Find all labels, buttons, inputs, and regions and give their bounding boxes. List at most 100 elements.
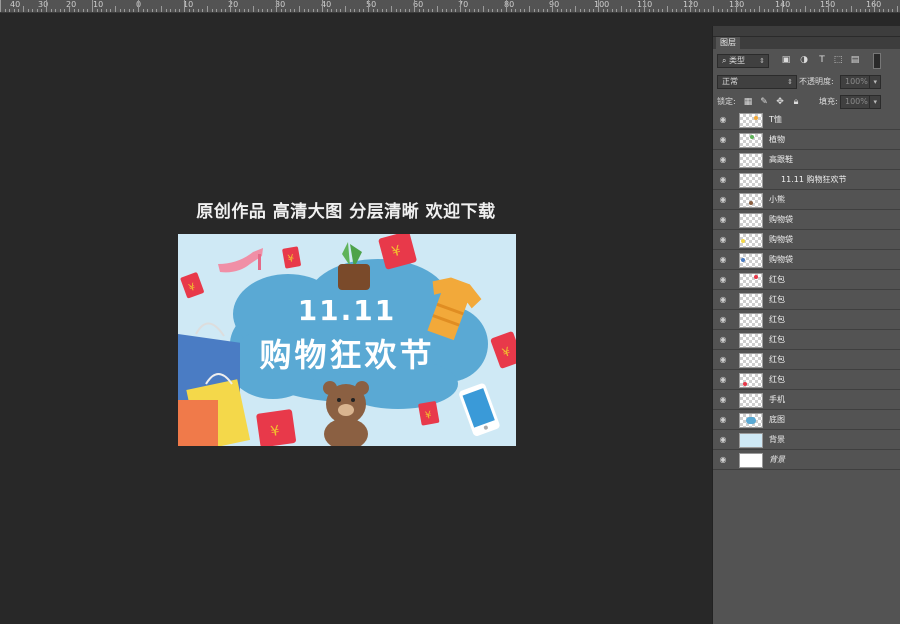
- ruler-tick: [630, 9, 631, 12]
- ruler-tick: [589, 9, 590, 12]
- ruler-tick: [262, 9, 263, 12]
- ruler-tick: [492, 9, 493, 12]
- opacity-dropdown-button[interactable]: ▾: [869, 75, 881, 89]
- eye-icon[interactable]: ◉: [718, 295, 728, 304]
- type-filter-icon[interactable]: T: [817, 55, 827, 65]
- layer-thumbnail: [739, 393, 763, 408]
- layer-row[interactable]: ◉ 红包: [713, 270, 900, 290]
- layer-thumbnail: [739, 153, 763, 168]
- eye-icon[interactable]: ◉: [718, 335, 728, 344]
- eye-icon[interactable]: ◉: [718, 375, 728, 384]
- ruler-tick: [152, 9, 153, 12]
- ruler-tick: [828, 0, 829, 12]
- layer-row[interactable]: ◉ T恤: [713, 110, 900, 130]
- panel-collapse-bar[interactable]: [713, 26, 900, 37]
- eye-icon[interactable]: ◉: [718, 455, 728, 464]
- ruler-tick: [9, 9, 10, 12]
- ruler-tick: [143, 9, 144, 12]
- ruler-tick: [460, 0, 461, 12]
- ruler-tick: [469, 9, 470, 12]
- adjustment-filter-icon[interactable]: ◑: [799, 55, 809, 65]
- ruler-tick: [299, 6, 300, 12]
- eye-icon[interactable]: ◉: [718, 355, 728, 364]
- layer-row[interactable]: ◉ 红包: [713, 350, 900, 370]
- tab-layers[interactable]: 图层: [716, 37, 740, 49]
- layer-row[interactable]: ◉ 背景: [713, 450, 900, 470]
- layer-row[interactable]: ◉ 手机: [713, 390, 900, 410]
- lock-transparent-icon[interactable]: ▦: [743, 97, 753, 107]
- lock-position-icon[interactable]: ✥: [775, 97, 785, 107]
- ruler-tick: [782, 0, 783, 12]
- eye-icon[interactable]: ◉: [718, 275, 728, 284]
- ruler-tick: [892, 9, 893, 12]
- ruler-tick: [759, 6, 760, 12]
- lock-all-icon[interactable]: 🔒︎: [791, 97, 801, 107]
- eye-icon[interactable]: ◉: [718, 135, 728, 144]
- ruler-tick: [18, 9, 19, 12]
- layer-row[interactable]: ◉ 底图: [713, 410, 900, 430]
- eye-icon[interactable]: ◉: [718, 235, 728, 244]
- layer-thumbnail: [739, 193, 763, 208]
- layer-thumbnail: [739, 273, 763, 288]
- layer-row[interactable]: ◉ 红包: [713, 330, 900, 350]
- eye-icon[interactable]: ◉: [718, 415, 728, 424]
- thumbnail-mark: [750, 135, 754, 139]
- eye-icon[interactable]: ◉: [718, 255, 728, 264]
- ruler-tick: [685, 9, 686, 12]
- ruler-tick: [580, 9, 581, 12]
- red-envelope: ¥: [256, 409, 296, 446]
- opacity-field[interactable]: 100%: [840, 75, 870, 89]
- layer-name: 红包: [769, 335, 785, 344]
- blend-mode-label: 正常: [722, 77, 738, 86]
- thumbnail-mark: [754, 275, 758, 279]
- layer-row[interactable]: ◉ 购物袋: [713, 230, 900, 250]
- layer-list: ◉ T恤 ◉ 植物 ◉ 高跟鞋 ◉ 11.11 购物狂欢节 ◉ 小熊 ◉ 购物袋: [713, 110, 900, 470]
- layer-thumbnail: [739, 213, 763, 228]
- layer-name: 购物袋: [769, 255, 793, 264]
- ruler-tick: [327, 9, 328, 12]
- ruler-tick: [368, 0, 369, 12]
- blend-mode-select[interactable]: 正常 ⇕: [717, 75, 797, 89]
- filter-toggle-icon[interactable]: [873, 53, 881, 69]
- layer-row[interactable]: ◉ 高跟鞋: [713, 150, 900, 170]
- eye-icon[interactable]: ◉: [718, 395, 728, 404]
- fill-field[interactable]: 100%: [840, 95, 870, 109]
- ruler-tick: [777, 9, 778, 12]
- ruler-tick: [124, 9, 125, 12]
- ruler-tick: [281, 9, 282, 12]
- layer-row[interactable]: ◉ 红包: [713, 310, 900, 330]
- chevron-down-icon: ⇕: [759, 57, 765, 65]
- eye-icon[interactable]: ◉: [718, 175, 728, 184]
- eye-icon[interactable]: ◉: [718, 195, 728, 204]
- ruler-tick: [437, 6, 438, 12]
- smart-object-filter-icon[interactable]: ▤: [850, 55, 860, 65]
- layer-row[interactable]: ◉ 背景: [713, 430, 900, 450]
- lock-paint-icon[interactable]: ✎: [759, 97, 769, 107]
- eye-icon[interactable]: ◉: [718, 315, 728, 324]
- ruler-tick: [64, 9, 65, 12]
- ruler-tick: [805, 6, 806, 12]
- layer-row[interactable]: ◉ 植物: [713, 130, 900, 150]
- image-filter-icon[interactable]: ▣: [781, 55, 791, 65]
- eye-icon[interactable]: ◉: [718, 435, 728, 444]
- fill-dropdown-button[interactable]: ▾: [869, 95, 881, 109]
- layer-row[interactable]: ◉ 红包: [713, 370, 900, 390]
- layer-row[interactable]: ◉ 红包: [713, 290, 900, 310]
- ruler-tick: [561, 9, 562, 12]
- ruler-tick: [244, 9, 245, 12]
- ruler-tick: [377, 9, 378, 12]
- layer-row[interactable]: ◉ 小熊: [713, 190, 900, 210]
- eye-icon[interactable]: ◉: [718, 155, 728, 164]
- ruler-tick: [304, 9, 305, 12]
- layer-name: 背景: [769, 435, 785, 444]
- ruler-tick: [754, 9, 755, 12]
- layer-row[interactable]: ◉ 购物袋: [713, 250, 900, 270]
- banner-artwork[interactable]: ¥ ¥ ¥ ¥ ¥ ¥ 11.11 购物狂欢节: [178, 234, 516, 446]
- ruler-tick: [575, 6, 576, 12]
- layer-row[interactable]: ◉ 11.11 购物狂欢节: [713, 170, 900, 190]
- shape-filter-icon[interactable]: ⬚: [833, 55, 843, 65]
- filter-kind-select[interactable]: ⌕ 类型 ⇕: [717, 54, 769, 68]
- layer-row[interactable]: ◉ 购物袋: [713, 210, 900, 230]
- eye-icon[interactable]: ◉: [718, 215, 728, 224]
- eye-icon[interactable]: ◉: [718, 115, 728, 124]
